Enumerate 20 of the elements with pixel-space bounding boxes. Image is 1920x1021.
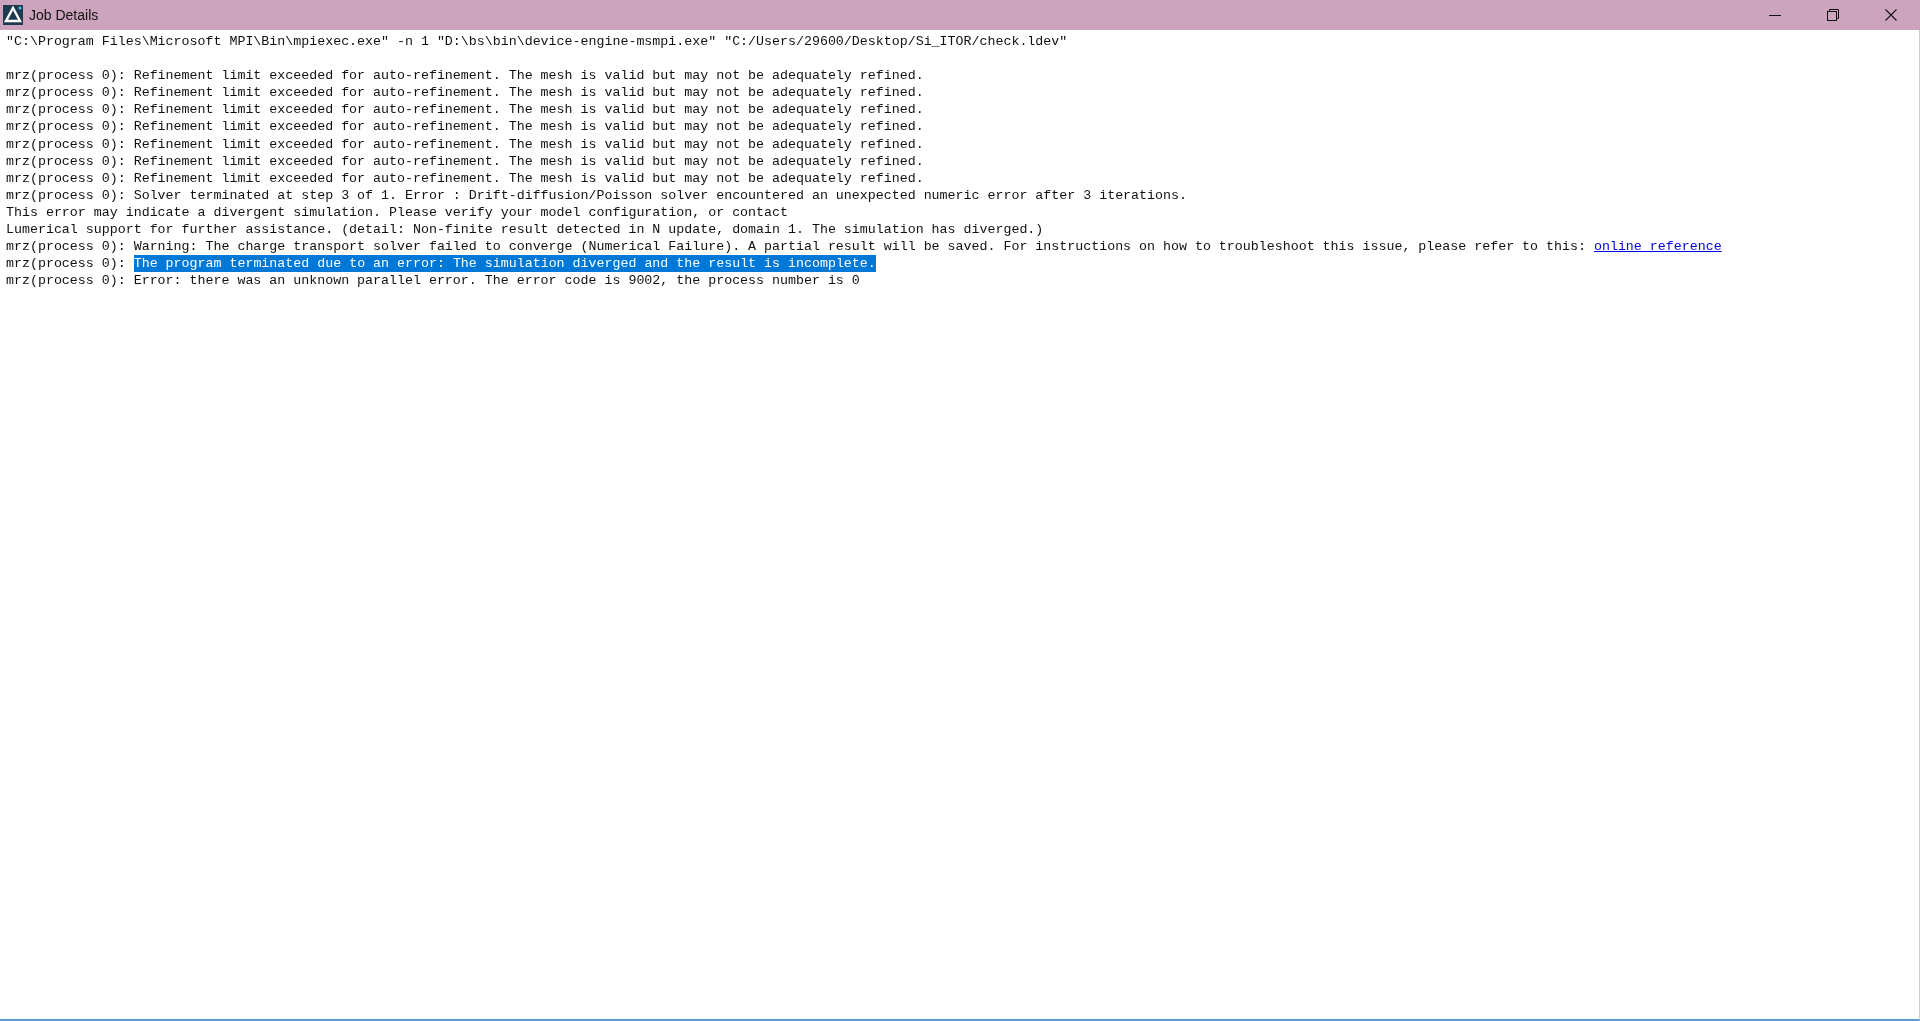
log-line: mrz(process 0): xyxy=(6,255,126,273)
log-line: This error may indicate a divergent simulation. Please verify your model configuration, or contact xyxy=(6,203,788,222)
log-line: mrz(process 0): Refinement limit exceeded for auto-refinement. The mesh is valid but may not be adequately refined. xyxy=(6,67,924,85)
log-line: Lumerical support for further assistance. (detail: Non-finite result detected in N update, domain 1. The simulation has diverged.) xyxy=(6,221,1044,239)
window-title: Job Details xyxy=(29,5,99,25)
log-line: mrz(process 0): Refinement limit exceeded for auto-refinement. The mesh is valid but may not be adequately refined. xyxy=(6,135,924,153)
restore-icon xyxy=(1827,9,1839,21)
app-logo-icon xyxy=(3,5,23,25)
online-reference-link[interactable]: online reference xyxy=(1593,238,1722,256)
log-line: mrz(process 0): Refinement limit exceeded for auto-refinement. The mesh is valid but may not be adequately refined. xyxy=(6,84,924,102)
close-icon xyxy=(1885,9,1897,21)
log-line: mrz(process 0): Refinement limit exceeded for auto-refinement. The mesh is valid but may not be adequately refined. xyxy=(6,152,924,170)
log-line: mrz(process 0): Solver terminated at step 3 of 1. Error : Drift-diffusion/Poisson solver encountered an unexpected numeric error after 3 iterations. xyxy=(6,186,1187,204)
log-line: mrz(process 0): Refinement limit exceeded for auto-refinement. The mesh is valid but may not be adequately refined. xyxy=(6,101,924,119)
log-line: mrz(process 0): Error: there was an unknown parallel error. The error code is 9002, the process number is 0 xyxy=(6,272,860,290)
log-line: mrz(process 0): Warning: The charge transport solver failed to converge (Numerical Failure). A partial result will be saved. For instructions on how to troubleshoot this issue, please refer to this: xyxy=(6,238,1586,256)
log-line: mrz(process 0): Refinement limit exceeded for auto-refinement. The mesh is valid but may not be adequately refined. xyxy=(6,169,924,187)
selected-text: The program terminated due to an error: The simulation diverged and the result is incomplete. xyxy=(133,255,876,273)
log-line: mrz(process 0): Refinement limit exceeded for auto-refinement. The mesh is valid but may not be adequately refined. xyxy=(6,118,924,136)
command-line: ″C:\Program Files\Microsoft MPI\Bin\mpiexec.exe″ -n 1 ″D:\bs\bin\device-engine-msmpi.exe″ ″C:/Users/29600/Desktop/Si_ITOR/check.ldev″ xyxy=(6,33,1068,51)
